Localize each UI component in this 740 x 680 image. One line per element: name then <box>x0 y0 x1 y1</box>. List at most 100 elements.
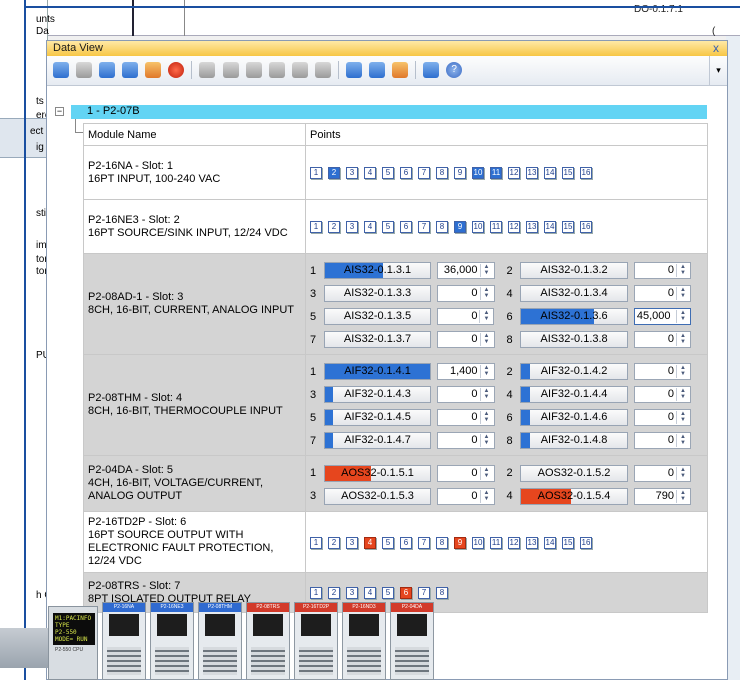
digital-point-10[interactable]: 10 <box>472 536 484 549</box>
digital-point-11[interactable]: 11 <box>490 536 502 549</box>
digital-point-6[interactable]: 6 <box>400 167 412 179</box>
channel-value-spinner[interactable]: 36,000 ▲ ▼ <box>437 262 495 279</box>
digital-point-15[interactable]: 15 <box>562 536 574 549</box>
module-row[interactable]: P2-08AD-1 - Slot: 3 8CH, 16-BIT, CURRENT,… <box>83 253 708 355</box>
digital-point-9[interactable]: 9 <box>454 536 466 549</box>
spinner-arrows-icon[interactable]: ▲ ▼ <box>479 466 493 480</box>
digital-point-15[interactable]: 15 <box>562 167 574 179</box>
channel-value-spinner[interactable]: 0 ▲ ▼ <box>633 285 692 302</box>
channel-value-spinner[interactable]: 0 ▲ ▼ <box>633 331 692 348</box>
monitor-icon[interactable] <box>423 62 440 78</box>
properties-icon[interactable] <box>53 62 69 78</box>
digital-point-1[interactable]: 1 <box>310 536 322 549</box>
digital-point-2[interactable]: 2 <box>328 167 340 179</box>
digital-point-2[interactable]: 2 <box>328 536 340 549</box>
digital-point-9[interactable]: 9 <box>454 167 466 179</box>
channel-value-spinner[interactable]: 45,000 ▲ ▼ <box>633 308 692 325</box>
spinner-arrows-icon[interactable]: ▲ ▼ <box>676 264 689 277</box>
channel-tag-button[interactable]: AIS32-0.1.3.4 <box>520 285 628 302</box>
module-row[interactable]: P2-16NA - Slot: 1 16PT INPUT, 100-240 VAC… <box>83 145 708 200</box>
channel-value-spinner[interactable]: 0 ▲ ▼ <box>437 285 495 302</box>
digital-point-11[interactable]: 11 <box>490 167 502 179</box>
channel-tag-button[interactable]: AIF32-0.1.4.6 <box>520 409 628 426</box>
spinner-arrows-icon[interactable]: ▲ ▼ <box>479 287 493 300</box>
channel-tag-button[interactable]: AIF32-0.1.4.7 <box>323 432 432 449</box>
channel-tag-button[interactable]: AIS32-0.1.3.3 <box>323 285 432 302</box>
digital-point-4[interactable]: 4 <box>364 221 376 233</box>
digital-point-16[interactable]: 16 <box>580 536 592 549</box>
channel-value-spinner[interactable]: 0 ▲ ▼ <box>633 409 692 426</box>
module-row[interactable]: P2-16TD2P - Slot: 6 16PT SOURCE OUTPUT WI… <box>83 511 708 573</box>
channel-value-spinner[interactable]: 0 ▲ ▼ <box>437 331 495 348</box>
channel-tag-button[interactable]: AIF32-0.1.4.2 <box>520 363 628 380</box>
channel-value-spinner[interactable]: 0 ▲ ▼ <box>437 409 495 426</box>
spinner-arrows-icon[interactable]: ▲ ▼ <box>676 434 689 447</box>
digital-point-10[interactable]: 10 <box>472 167 484 179</box>
spinner-arrows-icon[interactable]: ▲ ▼ <box>676 411 689 424</box>
digital-point-8[interactable]: 8 <box>436 536 448 549</box>
spinner-arrows-icon[interactable]: ▲ ▼ <box>676 365 689 378</box>
help-icon[interactable]: ? <box>446 62 463 78</box>
digital-point-2[interactable]: 2 <box>328 221 340 233</box>
digital-point-7[interactable]: 7 <box>418 167 430 179</box>
channel-value-spinner[interactable]: 0 ▲ ▼ <box>633 386 692 403</box>
end-icon[interactable] <box>314 62 331 78</box>
digital-point-15[interactable]: 15 <box>562 221 574 233</box>
digital-point-16[interactable]: 16 <box>580 167 592 179</box>
digital-point-10[interactable]: 10 <box>472 221 484 233</box>
digital-point-3[interactable]: 3 <box>346 221 358 233</box>
channel-tag-button[interactable]: AIS32-0.1.3.8 <box>520 331 628 348</box>
digital-point-13[interactable]: 13 <box>526 221 538 233</box>
column-header-module[interactable]: Module Name <box>83 123 306 146</box>
digital-point-12[interactable]: 12 <box>508 167 520 179</box>
digital-point-1[interactable]: 1 <box>310 167 322 179</box>
channel-tag-button[interactable]: AIF32-0.1.4.8 <box>520 432 628 449</box>
module-row[interactable]: P2-04DA - Slot: 5 4CH, 16-BIT, VOLTAGE/CU… <box>83 455 708 512</box>
channel-tag-button[interactable]: AIS32-0.1.3.5 <box>323 308 432 325</box>
digital-point-12[interactable]: 12 <box>508 536 520 549</box>
save-icon[interactable] <box>222 62 239 78</box>
digital-point-16[interactable]: 16 <box>580 221 592 233</box>
channel-value-spinner[interactable]: 0 ▲ ▼ <box>437 432 495 449</box>
module-row[interactable]: P2-08THM - Slot: 4 8CH, 16-BIT, THERMOCOU… <box>83 354 708 456</box>
channel-value-spinner[interactable]: 790 ▲ ▼ <box>633 487 692 505</box>
digital-point-5[interactable]: 5 <box>382 167 394 179</box>
channel-value-spinner[interactable]: 0 ▲ ▼ <box>633 432 692 449</box>
channel-tag-button[interactable]: AIF32-0.1.4.5 <box>323 409 432 426</box>
spinner-arrows-icon[interactable]: ▲ ▼ <box>479 411 493 424</box>
channel-tag-button[interactable]: AOS32-0.1.5.2 <box>520 464 628 482</box>
digital-point-4[interactable]: 4 <box>364 167 376 179</box>
spinner-arrows-icon[interactable]: ▲ ▼ <box>676 388 689 401</box>
digital-point-14[interactable]: 14 <box>544 536 556 549</box>
channel-tag-button[interactable]: AOS32-0.1.5.1 <box>323 464 432 482</box>
play-icon[interactable] <box>245 62 262 78</box>
spinner-arrows-icon[interactable]: ▲ ▼ <box>676 310 689 323</box>
digital-point-6[interactable]: 6 <box>400 536 412 549</box>
digital-point-5[interactable]: 5 <box>382 221 394 233</box>
digital-point-8[interactable]: 8 <box>436 167 448 179</box>
spinner-arrows-icon[interactable]: ▲ ▼ <box>479 264 493 277</box>
chart-icon[interactable] <box>368 62 385 78</box>
digital-point-11[interactable]: 11 <box>490 221 502 233</box>
spinner-arrows-icon[interactable]: ▲ ▼ <box>479 489 493 503</box>
digital-point-14[interactable]: 14 <box>544 221 556 233</box>
digital-point-8[interactable]: 8 <box>436 221 448 233</box>
step-icon[interactable] <box>291 62 308 78</box>
channel-tag-button[interactable]: AIF32-0.1.4.4 <box>520 386 628 403</box>
pause-icon[interactable] <box>268 62 285 78</box>
channel-value-spinner[interactable]: 0 ▲ ▼ <box>633 262 692 279</box>
spinner-arrows-icon[interactable]: ▲ ▼ <box>676 466 689 480</box>
channel-value-spinner[interactable]: 1,400 ▲ ▼ <box>437 363 495 380</box>
channel-tag-button[interactable]: AIS32-0.1.3.1 <box>323 262 432 279</box>
channel-value-spinner[interactable]: 0 ▲ ▼ <box>437 386 495 403</box>
digital-point-1[interactable]: 1 <box>310 221 322 233</box>
table-icon[interactable] <box>392 62 408 78</box>
channel-tag-button[interactable]: AIF32-0.1.4.3 <box>323 386 432 403</box>
spinner-arrows-icon[interactable]: ▲ ▼ <box>479 434 493 447</box>
channel-value-spinner[interactable]: 0 ▲ ▼ <box>633 464 692 482</box>
close-icon[interactable]: x <box>713 41 719 55</box>
spinner-arrows-icon[interactable]: ▲ ▼ <box>676 333 689 346</box>
column-header-points[interactable]: Points <box>305 123 708 146</box>
collapse-icon[interactable]: − <box>55 107 64 116</box>
digital-point-9[interactable]: 9 <box>454 221 466 233</box>
